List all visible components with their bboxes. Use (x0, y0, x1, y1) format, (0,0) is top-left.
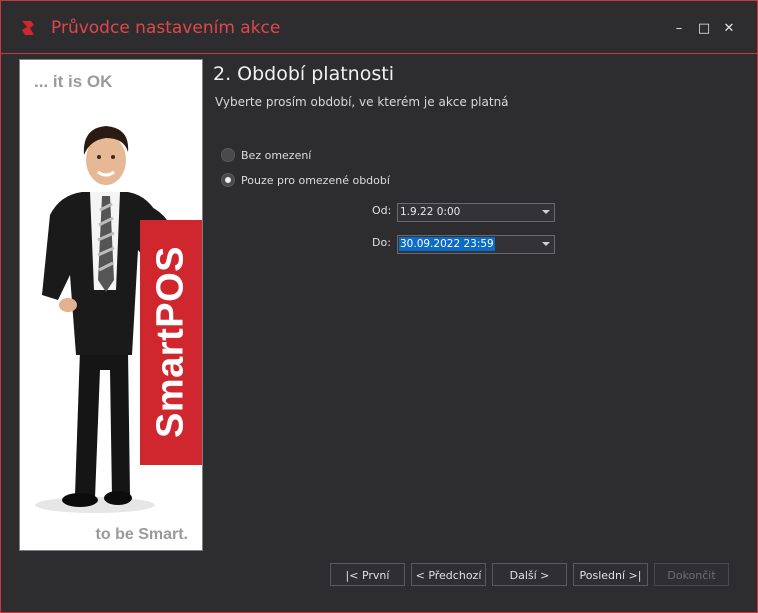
wizard-window: Průvodce nastavením akce – □ ✕ ... it is… (0, 0, 758, 613)
wizard-banner-image: ... it is OK SmartPOS to be Smart. (19, 59, 203, 551)
from-label: Od: (372, 204, 392, 217)
minimize-icon[interactable]: – (669, 19, 689, 39)
previous-button[interactable]: < Předchozí (411, 563, 486, 586)
brand-logo-text: SmartPOS (149, 246, 192, 438)
radio-limited-period-label[interactable]: Pouze pro omezené období (241, 174, 390, 187)
last-button[interactable]: Poslední >| (573, 563, 648, 586)
to-label: Do: (372, 236, 391, 249)
window-title: Průvodce nastavením akce (51, 18, 281, 38)
title-bar[interactable]: Průvodce nastavením akce – □ ✕ (1, 1, 757, 54)
banner-tagline-bottom: to be Smart. (95, 526, 188, 543)
radio-limited-period-circle[interactable] (221, 173, 235, 187)
radio-no-limit-circle[interactable] (221, 148, 235, 162)
step-title: 2. Období platnosti (213, 63, 394, 85)
finish-button[interactable]: Dokončit (654, 563, 729, 586)
close-icon[interactable]: ✕ (719, 19, 739, 39)
first-button[interactable]: |< První (330, 563, 405, 586)
radio-no-limit-label[interactable]: Bez omezení (241, 149, 311, 162)
to-date-combo[interactable]: 30.09.2022 23:59 (397, 235, 555, 254)
chevron-down-icon[interactable] (542, 242, 550, 246)
radio-no-limit[interactable]: Bez omezení (221, 148, 311, 162)
from-date-combo[interactable]: 1.9.22 0:00 (397, 203, 555, 222)
chevron-down-icon[interactable] (542, 210, 550, 214)
app-logo-icon (22, 21, 34, 35)
radio-limited-period[interactable]: Pouze pro omezené období (221, 173, 390, 187)
step-subtitle: Vyberte prosím období, ve kterém je akce… (215, 95, 509, 109)
from-date-value[interactable]: 1.9.22 0:00 (399, 205, 461, 219)
to-date-value[interactable]: 30.09.2022 23:59 (399, 237, 495, 251)
banner-tagline-top: ... it is OK (34, 72, 113, 91)
maximize-icon[interactable]: □ (694, 19, 714, 39)
next-button[interactable]: Další > (492, 563, 567, 586)
